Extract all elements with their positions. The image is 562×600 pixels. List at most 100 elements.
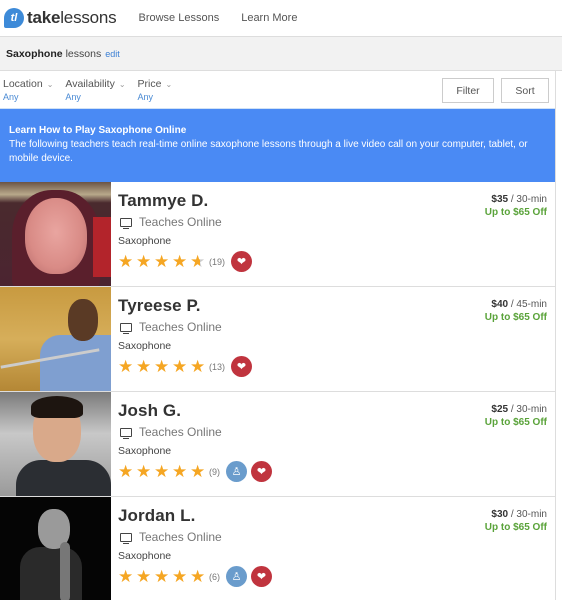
heart-icon[interactable]: ❤ xyxy=(251,566,272,587)
rating-row: ★ ★ ★ ★ ★ (6) ♙ ❤ xyxy=(118,566,555,587)
rating-row: ★ ★ ★ ★ ★ (9) ♙ ❤ xyxy=(118,461,555,482)
discount-label: Up to $65 Off xyxy=(484,417,547,428)
teacher-subject: Saxophone xyxy=(118,235,172,247)
top-nav: tl takelessons Browse Lessons Learn More xyxy=(0,0,562,37)
heart-icon[interactable]: ❤ xyxy=(251,461,272,482)
star-icon: ★ xyxy=(136,252,152,271)
nav-learn-more[interactable]: Learn More xyxy=(241,12,297,24)
logo[interactable]: tl takelessons xyxy=(4,8,117,28)
teaches-online-label: Teaches Online xyxy=(139,530,222,544)
star-icon: ★ xyxy=(190,567,206,586)
teacher-subject: Saxophone xyxy=(118,340,172,352)
star-icon: ★ xyxy=(190,253,208,270)
lesson-duration: / 30-min xyxy=(510,509,547,520)
teacher-photo[interactable] xyxy=(0,182,111,286)
star-rating: ★ ★ ★ ★ ★ xyxy=(118,253,208,270)
filter-label: Location xyxy=(3,78,43,90)
banner-text: The following teachers teach real-time o… xyxy=(9,139,528,164)
star-icon: ★ xyxy=(154,567,170,586)
review-count: (6) xyxy=(209,571,220,582)
filter-location[interactable]: Location ⌄ Any xyxy=(3,78,53,102)
teaches-online-label: Teaches Online xyxy=(139,425,222,439)
star-rating: ★ ★ ★ ★ ★ xyxy=(118,568,208,585)
filter-button[interactable]: Filter xyxy=(442,78,494,103)
star-icon: ★ xyxy=(118,567,134,586)
monitor-icon xyxy=(120,532,132,544)
star-icon: ★ xyxy=(118,462,134,481)
heart-icon[interactable]: ❤ xyxy=(231,251,253,272)
heart-icon[interactable]: ❤ xyxy=(231,356,253,377)
rating-row: ★ ★ ★ ★ ★ (13) ❤ xyxy=(118,356,555,377)
star-icon: ★ xyxy=(154,357,170,376)
filter-value: Any xyxy=(3,92,19,102)
monitor-icon xyxy=(120,427,132,439)
star-rating: ★ ★ ★ ★ ★ xyxy=(118,358,208,375)
lesson-price: $40 / 45-min xyxy=(485,299,547,310)
chevron-down-icon: ⌄ xyxy=(118,79,126,89)
filter-label: Availability xyxy=(65,78,115,90)
filter-label: Price xyxy=(137,78,162,90)
star-icon: ★ xyxy=(172,567,188,586)
teacher-card[interactable]: Jordan L. Teaches Online Saxophone ★ ★ ★ ★ ★… xyxy=(0,497,555,600)
edit-search-link[interactable]: edit xyxy=(105,49,120,59)
star-icon: ★ xyxy=(190,357,206,376)
teacher-card[interactable]: Tyreese P. Teaches Online Saxophone ★ ★ ★ ★… xyxy=(0,287,555,392)
teacher-card[interactable]: Tammye D. Teaches Online Saxophone ★ ★ ★ ★ ★… xyxy=(0,182,555,287)
star-icon: ★ xyxy=(154,252,170,271)
rating-row: ★ ★ ★ ★ ★ (19) ❤ xyxy=(118,251,555,272)
review-count: (9) xyxy=(209,466,220,477)
teacher-badge-icon[interactable]: ♙ xyxy=(226,461,247,482)
star-icon: ★ xyxy=(136,462,152,481)
sort-button[interactable]: Sort xyxy=(501,78,549,103)
filter-value: Any xyxy=(137,92,154,102)
results-panel: Location ⌄ Any Availability ⌄ Any Price ⌄ A… xyxy=(0,71,556,600)
lesson-price: $35 / 30-min xyxy=(485,194,547,205)
teacher-card[interactable]: Josh G. Teaches Online Saxophone ★ ★ ★ ★ ★ (… xyxy=(0,392,555,497)
price-box: $25 / 30-min Up to $65 Off xyxy=(485,404,547,428)
star-icon: ★ xyxy=(118,252,134,271)
filter-price[interactable]: Price ⌄ Any xyxy=(138,78,173,102)
star-icon: ★ xyxy=(172,252,188,271)
price-box: $40 / 45-min Up to $65 Off xyxy=(485,299,547,323)
monitor-icon xyxy=(120,217,132,229)
search-summary: Saxophone lessons edit xyxy=(0,37,562,71)
search-subject: Saxophone xyxy=(6,47,63,60)
star-icon: ★ xyxy=(172,357,188,376)
lesson-price: $30 / 30-min xyxy=(485,509,547,520)
teacher-badge-icon[interactable]: ♙ xyxy=(226,566,247,587)
teacher-subject: Saxophone xyxy=(118,550,172,562)
chevron-down-icon: ⌄ xyxy=(46,79,54,89)
star-icon: ★ xyxy=(154,462,170,481)
lesson-duration: / 30-min xyxy=(510,404,547,415)
filter-availability[interactable]: Availability ⌄ Any xyxy=(65,78,125,102)
online-lessons-banner: Learn How to Play Saxophone Online The f… xyxy=(0,109,555,182)
teaches-online-label: Teaches Online xyxy=(139,215,222,229)
monitor-icon xyxy=(120,322,132,334)
price-box: $35 / 30-min Up to $65 Off xyxy=(485,194,547,218)
star-icon: ★ xyxy=(136,567,152,586)
discount-label: Up to $65 Off xyxy=(484,312,547,323)
discount-label: Up to $65 Off xyxy=(484,207,547,218)
teacher-photo[interactable] xyxy=(0,287,111,391)
discount-label: Up to $65 Off xyxy=(484,522,547,533)
star-rating: ★ ★ ★ ★ ★ xyxy=(118,463,208,480)
lesson-price: $25 / 30-min xyxy=(485,404,547,415)
banner-title: Learn How to Play Saxophone Online xyxy=(9,125,187,136)
logo-icon: tl xyxy=(4,8,24,28)
star-icon: ★ xyxy=(136,357,152,376)
teacher-photo[interactable] xyxy=(0,497,111,600)
price-box: $30 / 30-min Up to $65 Off xyxy=(485,509,547,533)
teacher-photo[interactable] xyxy=(0,392,111,496)
teaches-online-label: Teaches Online xyxy=(139,320,222,334)
price-amount: $35 xyxy=(491,194,509,205)
price-amount: $25 xyxy=(491,404,509,415)
price-amount: $30 xyxy=(491,509,509,520)
teacher-subject: Saxophone xyxy=(118,445,172,457)
lesson-duration: / 45-min xyxy=(510,299,547,310)
star-icon: ★ xyxy=(118,357,134,376)
nav-browse-lessons[interactable]: Browse Lessons xyxy=(138,12,219,24)
star-icon: ★ xyxy=(172,462,188,481)
lesson-duration: / 30-min xyxy=(510,194,547,205)
chevron-down-icon: ⌄ xyxy=(165,79,173,89)
price-amount: $40 xyxy=(491,299,509,310)
